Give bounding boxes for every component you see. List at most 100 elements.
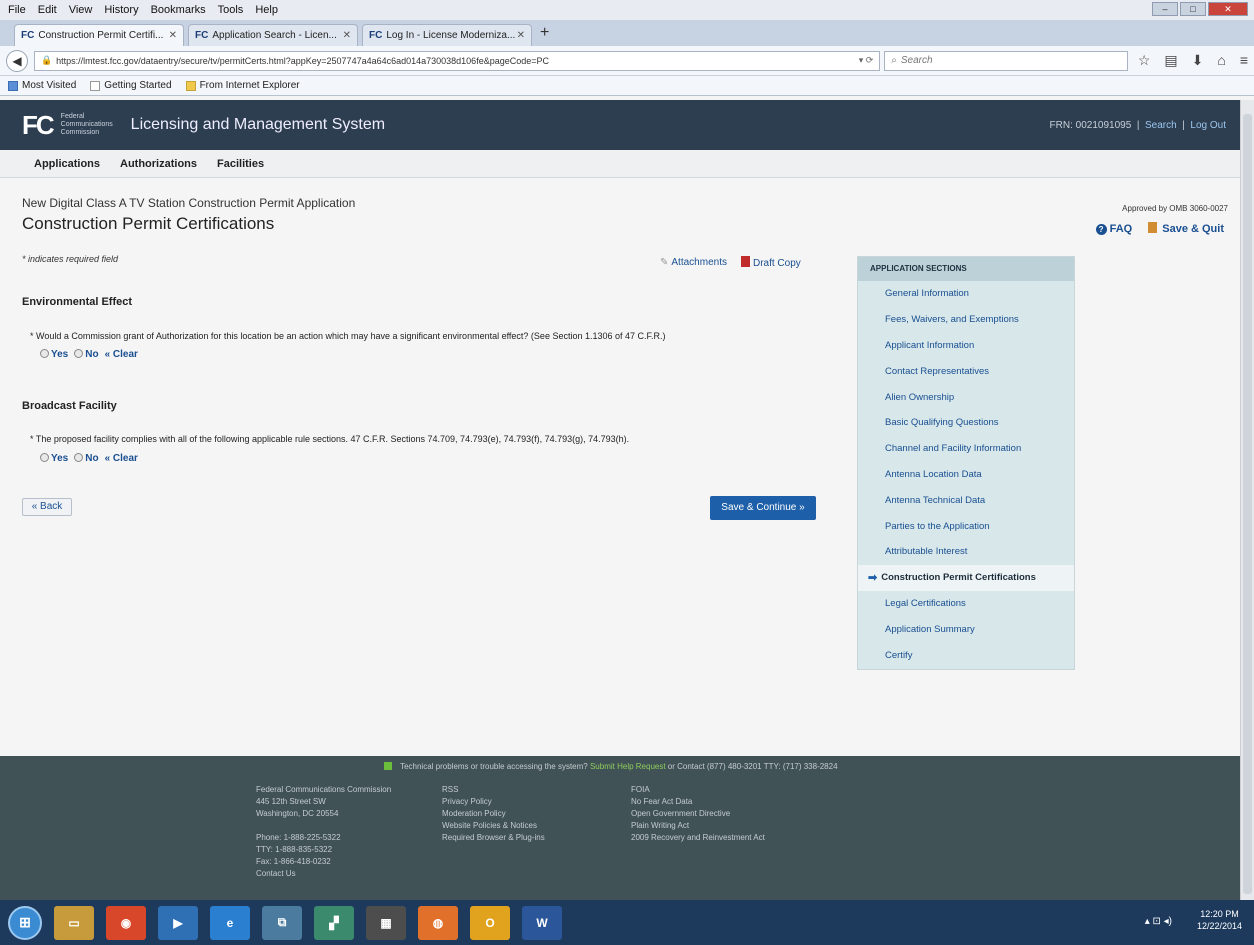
bookmark-getting-started[interactable]: Getting Started <box>90 80 172 91</box>
draft-copy-link[interactable]: Draft Copy <box>740 256 801 269</box>
nav-facilities[interactable]: Facilities <box>217 158 264 170</box>
section-item[interactable]: Certify <box>858 642 1074 668</box>
search-input[interactable]: ⌕ Search <box>884 50 1128 71</box>
section-item[interactable]: Antenna Technical Data <box>858 487 1074 513</box>
frn-number: FRN: 0021091095 <box>1049 119 1132 131</box>
tab-label: Log In - License Moderniza... <box>386 30 516 41</box>
reload-icon[interactable]: ▾ ⟳ <box>859 55 874 66</box>
footer-link[interactable] <box>256 820 391 832</box>
app-icon[interactable]: ▞ <box>314 905 354 940</box>
bookmark-star-icon[interactable]: ☆ <box>1138 52 1151 69</box>
footer-link[interactable]: Contact Us <box>256 868 391 880</box>
bookmark-most-visited[interactable]: Most Visited <box>8 80 76 91</box>
footer-link[interactable]: 445 12th Street SW <box>256 796 391 808</box>
save-quit-link[interactable]: Save & Quit <box>1148 222 1224 235</box>
nav-authorizations[interactable]: Authorizations <box>120 158 197 170</box>
close-tab-icon[interactable]: ✕ <box>517 30 525 41</box>
footer-link[interactable]: Fax: 1-866-418-0232 <box>256 856 391 868</box>
scrollbar-thumb[interactable] <box>1243 114 1252 894</box>
footer-link[interactable]: FOIA <box>631 784 765 796</box>
footer-link[interactable]: Washington, DC 20554 <box>256 808 391 820</box>
section-item[interactable]: Applicant Information <box>858 333 1074 359</box>
firefox-icon[interactable]: ◍ <box>418 905 458 940</box>
menu-hamburger-icon[interactable]: ≡ <box>1240 52 1248 69</box>
calculator-icon[interactable]: ▦ <box>366 905 406 940</box>
tab-construction-permit[interactable]: FC Construction Permit Certifi... ✕ <box>14 24 184 46</box>
footer-link[interactable]: Plain Writing Act <box>631 820 765 832</box>
menu-bookmarks[interactable]: Bookmarks <box>151 4 206 16</box>
tab-login[interactable]: FC Log In - License Moderniza... ✕ <box>362 24 532 46</box>
tab-application-search[interactable]: FC Application Search - Licen... ✕ <box>188 24 358 46</box>
search-link[interactable]: Search <box>1145 120 1177 131</box>
section-item[interactable]: Channel and Facility Information <box>858 436 1074 462</box>
footer-link[interactable]: Federal Communications Commission <box>256 784 391 796</box>
bookmark-from-ie[interactable]: From Internet Explorer <box>185 80 300 91</box>
download-icon[interactable]: ⬇ <box>1192 52 1204 69</box>
explorer-icon[interactable]: ▭ <box>54 905 94 940</box>
section-item[interactable]: Contact Representatives <box>858 358 1074 384</box>
home-icon[interactable]: ⌂ <box>1217 52 1225 69</box>
back-arrow-icon[interactable]: ◀ <box>6 49 28 72</box>
main-nav: Applications Authorizations Facilities <box>0 150 1240 178</box>
start-button[interactable]: ⊞ <box>8 905 42 940</box>
faq-link[interactable]: ? FAQ <box>1095 223 1132 235</box>
close-icon[interactable]: ✕ <box>1208 2 1248 16</box>
network-icon[interactable]: ⧉ <box>262 905 302 940</box>
section-item[interactable]: Fees, Waivers, and Exemptions <box>858 307 1074 333</box>
maximize-icon[interactable]: □ <box>1180 2 1206 16</box>
system-tray[interactable]: ▴ ⊡ ◂) <box>1145 916 1172 927</box>
env-no-radio[interactable]: No <box>74 349 99 360</box>
footer-link[interactable]: Open Government Directive <box>631 808 765 820</box>
fcc-logo[interactable]: FC <box>22 110 55 141</box>
word-icon[interactable]: W <box>522 905 562 940</box>
save-continue-button[interactable]: Save & Continue » <box>710 496 816 520</box>
menu-view[interactable]: View <box>69 4 93 16</box>
env-yes-radio[interactable]: Yes <box>40 349 68 360</box>
attachments-link[interactable]: ✎ Attachments <box>660 257 727 268</box>
section-item[interactable]: Application Summary <box>858 616 1074 642</box>
footer-link[interactable]: TTY: 1-888-835-5322 <box>256 844 391 856</box>
menu-file[interactable]: File <box>8 4 26 16</box>
section-item[interactable]: Alien Ownership <box>858 384 1074 410</box>
system-clock[interactable]: 12:20 PM 12/22/2014 <box>1197 908 1242 932</box>
broadcast-yes-radio[interactable]: Yes <box>40 453 68 464</box>
menu-help[interactable]: Help <box>255 4 278 16</box>
section-item[interactable]: Basic Qualifying Questions <box>858 410 1074 436</box>
chrome-icon[interactable]: ◉ <box>106 905 146 940</box>
back-button[interactable]: « Back <box>22 498 72 516</box>
footer-col-address: Federal Communications Commission 445 12t… <box>256 784 391 880</box>
footer-link[interactable]: No Fear Act Data <box>631 796 765 808</box>
ie-icon[interactable]: e <box>210 905 250 940</box>
section-item[interactable]: Antenna Location Data <box>858 462 1074 488</box>
footer-link[interactable]: Required Browser & Plug-ins <box>442 832 545 844</box>
menu-edit[interactable]: Edit <box>38 4 57 16</box>
close-tab-icon[interactable]: ✕ <box>169 30 177 41</box>
new-tab-icon[interactable]: + <box>540 24 549 42</box>
footer-link[interactable]: Phone: 1-888-225-5322 <box>256 832 391 844</box>
menu-history[interactable]: History <box>104 4 138 16</box>
section-item[interactable]: Parties to the Application <box>858 513 1074 539</box>
submit-help-link[interactable]: Submit Help Request <box>590 762 666 771</box>
footer-link[interactable]: Moderation Policy <box>442 808 545 820</box>
broadcast-no-radio[interactable]: No <box>74 453 99 464</box>
footer-link[interactable]: Website Policies & Notices <box>442 820 545 832</box>
outlook-icon[interactable]: O <box>470 905 510 940</box>
menu-tools[interactable]: Tools <box>218 4 244 16</box>
close-tab-icon[interactable]: ✕ <box>343 30 351 41</box>
footer-link[interactable]: 2009 Recovery and Reinvestment Act <box>631 832 765 844</box>
page-scrollbar[interactable] <box>1240 100 1254 900</box>
section-item[interactable]: General Information <box>858 281 1074 307</box>
broadcast-clear-link[interactable]: « Clear <box>105 453 138 464</box>
footer-link[interactable]: Privacy Policy <box>442 796 545 808</box>
section-item[interactable]: Legal Certifications <box>858 591 1074 617</box>
nav-applications[interactable]: Applications <box>34 158 100 170</box>
env-clear-link[interactable]: « Clear <box>105 349 138 360</box>
url-bar[interactable]: 🔒 https://lmtest.fcc.gov/dataentry/secur… <box>33 50 881 71</box>
media-icon[interactable]: ▶ <box>158 905 198 940</box>
reading-list-icon[interactable]: ▤ <box>1164 52 1177 69</box>
footer-link[interactable]: RSS <box>442 784 545 796</box>
section-item[interactable]: ➡ Construction Permit Certifications <box>858 564 1074 591</box>
section-item[interactable]: Attributable Interest <box>858 539 1074 565</box>
minimize-icon[interactable]: – <box>1152 2 1178 16</box>
logout-link[interactable]: Log Out <box>1190 120 1226 131</box>
